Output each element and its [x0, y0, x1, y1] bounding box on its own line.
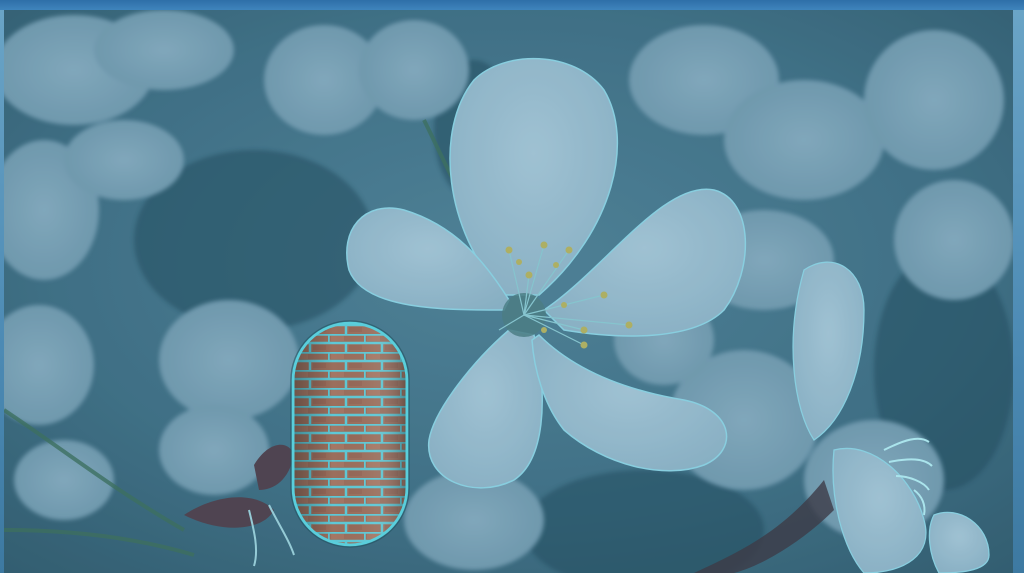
top-frame-strip — [0, 0, 1024, 10]
blossom-scene-canvas — [4, 10, 1013, 573]
blossom-scene — [4, 10, 1013, 573]
tint-overlay — [4, 10, 1013, 573]
screen-viewport — [0, 0, 1024, 573]
right-frame-edge — [1013, 10, 1024, 573]
